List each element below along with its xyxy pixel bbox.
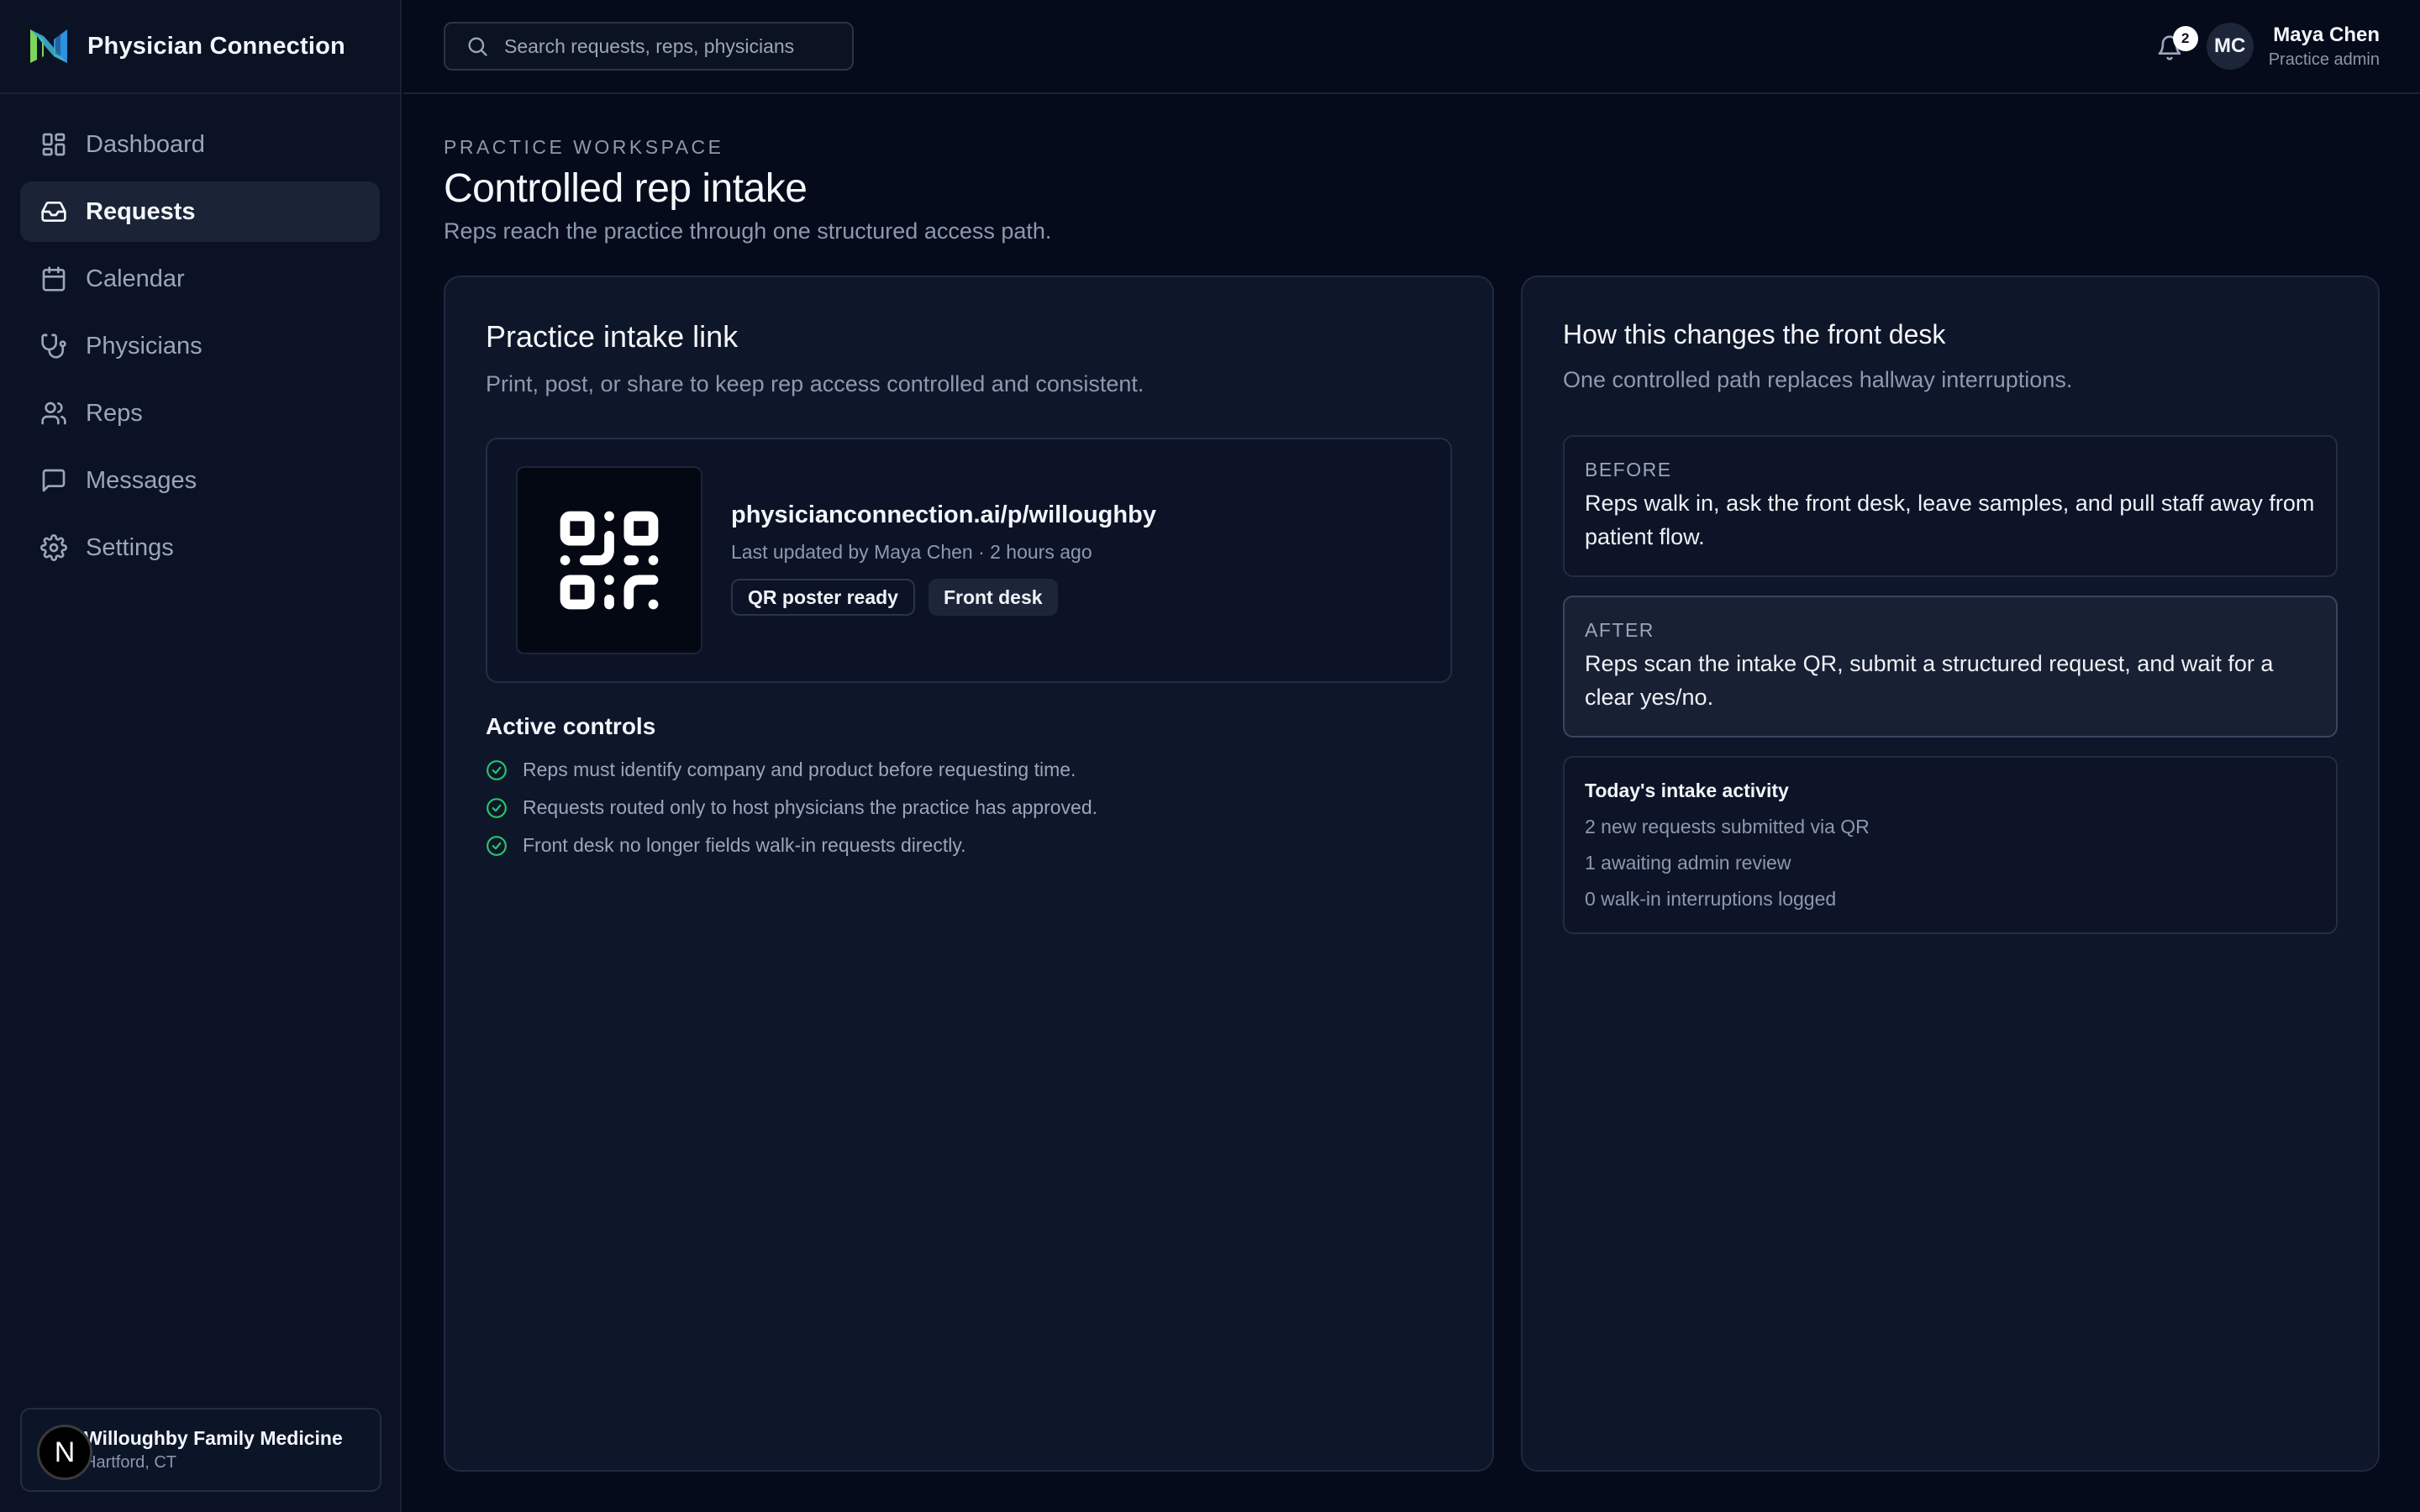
dashboard-icon bbox=[42, 133, 66, 156]
before-text: Reps walk in, ask the front desk, leave … bbox=[1585, 491, 2315, 549]
sidebar-item-label: Calendar bbox=[86, 265, 185, 292]
qr-poster-chip[interactable]: QR poster ready bbox=[731, 579, 915, 616]
inbox-icon bbox=[41, 202, 66, 222]
sidebar-nav: Dashboard Requests Calendar Physicians R… bbox=[0, 94, 400, 578]
sidebar-item-messages[interactable]: Messages bbox=[20, 450, 380, 511]
activity-panel: Today's intake activity 2 new requests s… bbox=[1563, 756, 2338, 934]
intake-card-description: Print, post, or share to keep rep access… bbox=[486, 371, 1144, 396]
chips: QR poster ready Front desk bbox=[731, 579, 1156, 616]
top-header: 2 MC Maya Chen Practice admin bbox=[403, 0, 2420, 94]
intake-card-title: Practice intake link bbox=[486, 319, 739, 354]
page-title: Controlled rep intake bbox=[444, 166, 808, 211]
sidebar-item-label: Messages bbox=[86, 466, 197, 494]
notification-count-badge: 2 bbox=[2172, 26, 2198, 51]
activity-item: 0 walk-in interruptions logged bbox=[1585, 888, 1837, 910]
control-item: Requests routed only to host physicians … bbox=[486, 796, 1452, 819]
notifications-button[interactable]: 2 bbox=[2156, 26, 2198, 63]
practice-location: Hartford, CT bbox=[84, 1453, 177, 1472]
after-panel: AFTER Reps scan the intake QR, submit a … bbox=[1563, 596, 2338, 738]
check-circle-icon bbox=[487, 835, 507, 856]
controls-list: Reps must identify company and product b… bbox=[486, 759, 1452, 857]
brand[interactable]: Physician Connection bbox=[0, 0, 400, 94]
message-icon bbox=[42, 469, 66, 492]
practice-switcher[interactable]: N Willoughby Family Medicine Hartford, C… bbox=[20, 1408, 381, 1492]
after-tag: AFTER bbox=[1585, 619, 1655, 641]
intake-link-box: physicianconnection.ai/p/willoughby Last… bbox=[486, 438, 1452, 683]
front-desk-card: How this changes the front desk One cont… bbox=[1521, 276, 2380, 1472]
sidebar-item-label: Dashboard bbox=[86, 130, 205, 158]
check-circle-icon bbox=[487, 797, 507, 818]
activity-title: Today's intake activity bbox=[1585, 780, 1789, 801]
content-columns: Practice intake link Print, post, or sha… bbox=[444, 276, 2380, 1472]
physician-connection-logo-icon bbox=[30, 29, 67, 63]
intake-link-url[interactable]: physicianconnection.ai/p/willoughby bbox=[731, 501, 1156, 529]
front-desk-chip[interactable]: Front desk bbox=[928, 579, 1058, 616]
check-circle-icon bbox=[487, 759, 507, 780]
stethoscope-icon bbox=[41, 333, 66, 359]
active-controls-title: Active controls bbox=[486, 713, 656, 739]
intake-link-info: physicianconnection.ai/p/willoughby Last… bbox=[731, 501, 1156, 616]
brand-name: Physician Connection bbox=[87, 32, 345, 60]
intake-link-card: Practice intake link Print, post, or sha… bbox=[444, 276, 1494, 1472]
user-role: Practice admin bbox=[2268, 50, 2380, 69]
sidebar-item-reps[interactable]: Reps bbox=[20, 383, 380, 444]
after-text: Reps scan the intake QR, submit a struct… bbox=[1585, 651, 2274, 710]
sidebar-item-calendar[interactable]: Calendar bbox=[20, 249, 380, 309]
sidebar-item-label: Requests bbox=[86, 197, 196, 225]
sidebar-item-label: Physicians bbox=[86, 332, 203, 360]
sidebar-item-dashboard[interactable]: Dashboard bbox=[20, 114, 380, 175]
page-subtitle: Reps reach the practice through one stru… bbox=[444, 218, 1052, 244]
practice-name: Willoughby Family Medicine bbox=[84, 1427, 343, 1449]
activity-item: 1 awaiting admin review bbox=[1585, 852, 1791, 874]
control-item: Front desk no longer fields walk-in requ… bbox=[486, 834, 1452, 857]
sidebar-item-label: Reps bbox=[86, 399, 143, 427]
search-box[interactable] bbox=[444, 22, 854, 71]
sidebar-item-label: Settings bbox=[86, 533, 174, 561]
search-icon bbox=[468, 37, 487, 56]
control-text: Reps must identify company and product b… bbox=[523, 759, 1076, 780]
front-desk-card-title: How this changes the front desk bbox=[1563, 319, 1946, 349]
search-input[interactable] bbox=[504, 34, 823, 58]
control-text: Requests routed only to host physicians … bbox=[523, 796, 1098, 818]
dev-indicator-badge[interactable]: N bbox=[37, 1425, 92, 1480]
qr-code-icon bbox=[560, 511, 659, 610]
sidebar-item-settings[interactable]: Settings bbox=[20, 517, 380, 578]
sidebar-item-physicians[interactable]: Physicians bbox=[20, 316, 380, 376]
user-name: Maya Chen bbox=[2273, 23, 2380, 46]
qr-code[interactable] bbox=[516, 466, 702, 654]
users-icon bbox=[41, 402, 66, 425]
control-item: Reps must identify company and product b… bbox=[486, 759, 1452, 781]
sidebar: Physician Connection Dashboard Requests … bbox=[0, 0, 402, 1512]
control-text: Front desk no longer fields walk-in requ… bbox=[523, 834, 966, 856]
avatar[interactable]: MC bbox=[2206, 23, 2254, 70]
page-eyebrow: PRACTICE WORKSPACE bbox=[444, 136, 724, 158]
before-panel: BEFORE Reps walk in, ask the front desk,… bbox=[1563, 435, 2338, 577]
header-right: 2 MC Maya Chen Practice admin bbox=[2156, 23, 2380, 70]
before-tag: BEFORE bbox=[1585, 459, 1672, 480]
sidebar-item-requests[interactable]: Requests bbox=[20, 181, 380, 242]
activity-item: 2 new requests submitted via QR bbox=[1585, 816, 1870, 837]
user-menu[interactable]: Maya Chen Practice admin bbox=[2269, 24, 2380, 70]
gear-icon bbox=[40, 534, 67, 561]
calendar-icon bbox=[42, 266, 66, 291]
main-content: PRACTICE WORKSPACE Controlled rep intake… bbox=[444, 94, 2380, 1472]
intake-link-meta: Last updated by Maya Chen · 2 hours ago bbox=[731, 541, 1092, 563]
front-desk-card-description: One controlled path replaces hallway int… bbox=[1563, 367, 2073, 392]
